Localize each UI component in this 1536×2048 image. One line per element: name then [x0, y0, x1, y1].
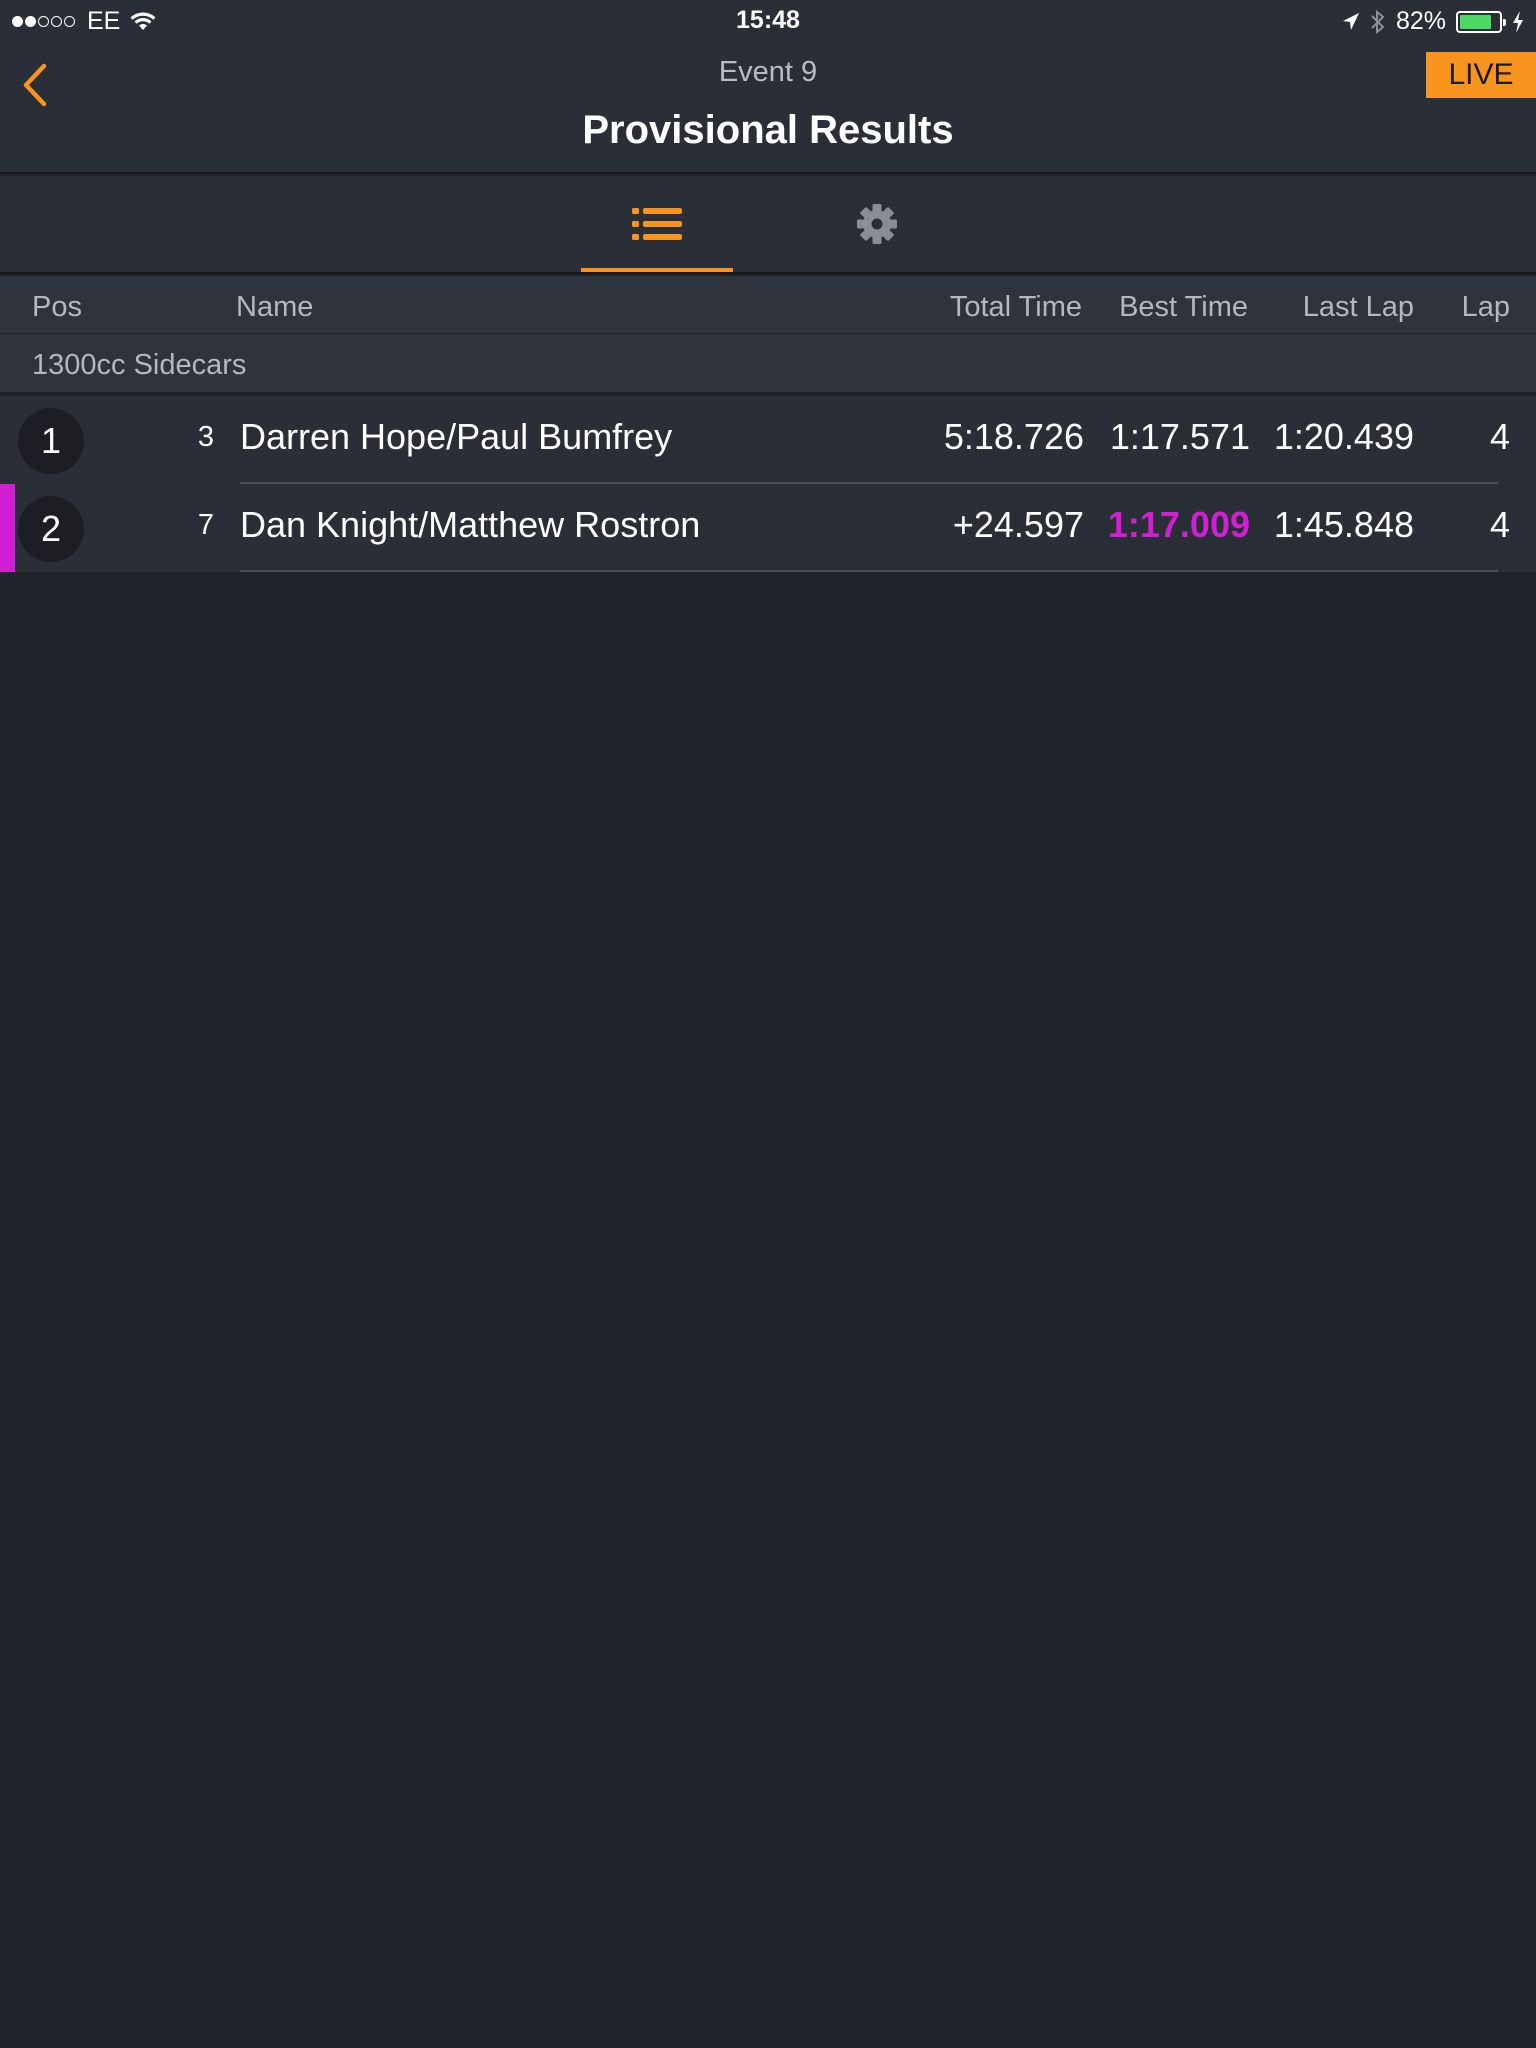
tab-settings[interactable] — [801, 176, 953, 272]
column-header-last-lap[interactable]: Last Lap — [1303, 291, 1414, 324]
charging-bolt-icon — [1513, 10, 1523, 33]
fastest-lap-indicator — [0, 484, 15, 572]
total-time: +24.597 — [952, 504, 1084, 545]
results-table-header: Pos Name Total Time Best Time Last Lap L… — [0, 276, 1536, 334]
column-header-total-time[interactable]: Total Time — [950, 291, 1082, 324]
table-row[interactable]: 1 3 Darren Hope/Paul Bumfrey 5:18.726 1:… — [0, 396, 1536, 484]
bluetooth-icon — [1371, 9, 1385, 34]
view-tabs — [0, 176, 1536, 274]
rider-number: 7 — [197, 509, 214, 541]
list-icon — [632, 208, 682, 240]
tab-results-list[interactable] — [581, 176, 733, 272]
total-time: 5:18.726 — [943, 416, 1084, 457]
column-header-lap[interactable]: Lap — [1462, 291, 1510, 324]
class-group-label: 1300cc Sidecars — [32, 349, 247, 381]
best-time-fastest: 1:17.009 — [1107, 504, 1250, 545]
last-lap-time: 1:20.439 — [1273, 416, 1414, 457]
gear-icon — [857, 204, 897, 244]
rider-number: 3 — [197, 421, 214, 453]
battery-percentage: 82% — [1395, 7, 1446, 35]
lap-count: 4 — [1489, 504, 1510, 545]
column-header-pos[interactable]: Pos — [32, 291, 82, 324]
live-button[interactable]: LIVE — [1426, 52, 1536, 98]
status-right: 82% — [1332, 7, 1524, 36]
nav-header: Event 9 Provisional Results LIVE — [0, 40, 1536, 174]
row-divider — [240, 570, 1498, 572]
last-lap-time: 1:45.848 — [1273, 504, 1414, 545]
column-header-best-time[interactable]: Best Time — [1119, 291, 1248, 324]
class-group-header: 1300cc Sidecars — [0, 334, 1536, 394]
event-subtitle: Event 9 — [718, 56, 818, 88]
rider-name: Darren Hope/Paul Bumfrey — [240, 416, 673, 457]
status-time: 15:48 — [736, 6, 800, 34]
table-row[interactable]: 2 7 Dan Knight/Matthew Rostron +24.597 1… — [0, 484, 1536, 572]
position-badge: 2 — [18, 496, 84, 562]
best-time: 1:17.571 — [1109, 416, 1250, 457]
page-title: Provisional Results — [582, 108, 954, 152]
lap-count: 4 — [1489, 416, 1510, 457]
column-header-name[interactable]: Name — [236, 291, 313, 324]
position-badge: 1 — [18, 408, 84, 474]
location-arrow-icon — [1342, 12, 1359, 30]
battery-icon — [1456, 10, 1506, 33]
status-bar: EE 15:48 82% — [0, 0, 1536, 40]
rider-name: Dan Knight/Matthew Rostron — [240, 504, 701, 545]
